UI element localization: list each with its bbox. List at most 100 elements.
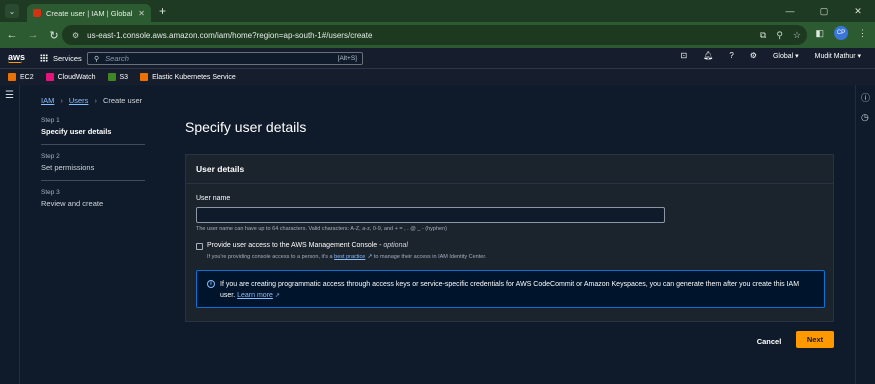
panel-heading: User details: [186, 155, 833, 184]
favorite-ec2[interactable]: EC2: [8, 73, 34, 81]
translate-icon[interactable]: ⧉: [760, 30, 766, 41]
breadcrumb-iam-link[interactable]: IAM: [41, 96, 54, 105]
info-alert: i If you are creating programmatic acces…: [196, 270, 825, 308]
right-utility-rail: ⓘ ◷: [855, 85, 875, 384]
console-access-label[interactable]: Provide user access to the AWS Managemen…: [207, 242, 408, 249]
wizard-step-1: Step 1 Specify user details: [41, 117, 145, 145]
search-icon: ⚲: [94, 55, 100, 63]
cloudwatch-icon: [45, 73, 54, 81]
step-label: Set permissions: [41, 163, 95, 172]
favorite-eks[interactable]: Elastic Kubernetes Service: [140, 73, 236, 81]
maximize-icon[interactable]: ▢: [807, 0, 841, 22]
username-input[interactable]: [196, 207, 665, 223]
forward-icon[interactable]: →: [24, 29, 42, 41]
breadcrumb-separator-icon: ›: [94, 96, 97, 105]
address-bar-row: ← → ↻ ⚙ us-east-1.console.aws.amazon.com…: [0, 22, 875, 48]
wizard-step-2: Step 2 Set permissions: [41, 153, 145, 181]
console-desc-text: If you're providing console access to a …: [207, 254, 335, 260]
username-label: User name: [196, 195, 231, 202]
aws-console-header: aws Services ⚲ Search [Alt+S] ⊡ 🔔︎ ? ⚙ G…: [0, 48, 875, 68]
search-shortcut: [Alt+S]: [337, 55, 357, 62]
favorite-label: S3: [119, 73, 129, 81]
wizard-step-3: Step 3 Review and create: [41, 189, 145, 216]
cancel-button[interactable]: Cancel: [751, 332, 787, 350]
learn-more-link[interactable]: Learn more: [237, 292, 273, 299]
sidepanel-icon[interactable]: ◧: [815, 28, 824, 39]
favorite-label: EC2: [20, 73, 34, 81]
hamburger-menu-icon[interactable]: ☰: [5, 90, 14, 101]
favorite-cloudwatch[interactable]: CloudWatch: [45, 73, 96, 81]
help-icon[interactable]: ?: [729, 51, 733, 60]
console-access-description: If you're providing console access to a …: [207, 253, 486, 260]
account-caret-icon: ▾: [857, 52, 861, 60]
breadcrumb-separator-icon: ›: [60, 96, 63, 105]
browser-tab[interactable]: Create user | IAM | Global ✕: [27, 4, 151, 22]
left-nav-rail: ☰: [0, 85, 20, 384]
info-icon: i: [207, 280, 215, 288]
bookmark-star-icon[interactable]: ☆: [793, 30, 801, 41]
browser-menu-icon[interactable]: ⋮: [858, 28, 867, 39]
console-access-label-text: Provide user access to the AWS Managemen…: [207, 242, 384, 249]
step-number: Step 2: [41, 153, 60, 160]
profile-avatar[interactable]: CP: [834, 26, 848, 40]
url-text: us-east-1.console.aws.amazon.com/iam/hom…: [87, 30, 373, 40]
breadcrumb-current: Create user: [102, 96, 143, 105]
info-text: If you are creating programmatic access …: [220, 281, 800, 299]
eks-icon: [140, 73, 149, 81]
notifications-bell-icon[interactable]: 🔔︎: [703, 51, 713, 60]
region-selector[interactable]: Global ▾: [773, 52, 799, 60]
step-number: Step 3: [41, 189, 60, 196]
best-practice-link[interactable]: best practice: [334, 254, 365, 260]
tab-close-icon[interactable]: ✕: [138, 9, 145, 18]
aws-logo-text: aws: [8, 52, 26, 62]
console-access-checkbox[interactable]: [196, 243, 203, 250]
reload-icon[interactable]: ↻: [45, 29, 63, 42]
breadcrumb: IAM › Users › Create user: [41, 96, 142, 105]
page-title: Specify user details: [185, 119, 307, 135]
console-desc-text: to manage their access in IAM Identity C…: [372, 254, 487, 260]
url-field[interactable]: ⚙ us-east-1.console.aws.amazon.com/iam/h…: [62, 25, 807, 45]
services-label: Services: [53, 53, 82, 63]
browser-tab-bar: ⌄ Create user | IAM | Global ✕ + — ▢ ✕: [0, 0, 875, 22]
optional-tag: optional: [383, 242, 408, 249]
user-details-panel: User details User name The user name can…: [185, 154, 834, 322]
next-button[interactable]: Next: [796, 331, 834, 348]
minimize-icon[interactable]: —: [773, 0, 807, 22]
external-link-icon: ↗: [274, 293, 280, 299]
aws-logo[interactable]: aws: [8, 53, 28, 63]
step-label: Review and create: [41, 199, 104, 208]
step-label-active: Specify user details: [41, 127, 112, 136]
services-menu-button[interactable]: Services: [40, 54, 82, 63]
favorite-label: CloudWatch: [57, 73, 96, 81]
step-number: Step 1: [41, 117, 60, 124]
favorite-label: Elastic Kubernetes Service: [152, 73, 236, 81]
search-placeholder: Search: [105, 54, 129, 63]
info-panel-icon[interactable]: ⓘ: [861, 91, 870, 104]
console-search-input[interactable]: ⚲ Search [Alt+S]: [87, 52, 363, 65]
info-alert-text: If you are creating programmatic access …: [220, 279, 816, 302]
services-grid-icon: [40, 54, 48, 62]
cloudshell-icon[interactable]: ⊡: [680, 51, 687, 60]
main-content: ☰ ⓘ ◷ IAM › Users › Create user Step 1 S…: [0, 85, 875, 384]
settings-gear-icon[interactable]: ⚙: [750, 51, 757, 60]
aws-favicon-icon: [33, 9, 41, 17]
new-tab-icon[interactable]: +: [159, 4, 166, 18]
wizard-steps: Step 1 Specify user details Step 2 Set p…: [41, 117, 145, 224]
s3-icon: [107, 73, 116, 81]
back-icon[interactable]: ←: [3, 29, 21, 41]
close-window-icon[interactable]: ✕: [841, 0, 875, 22]
ec2-icon: [8, 73, 16, 81]
region-label: Global: [772, 52, 794, 60]
breadcrumb-users-link[interactable]: Users: [69, 96, 89, 105]
region-caret-icon: ▾: [795, 52, 799, 60]
favorites-bar: EC2 CloudWatch S3 Elastic Kubernetes Ser…: [0, 68, 875, 85]
username-help-text: The user name can have up to 64 characte…: [196, 226, 447, 232]
tab-title: Create user | IAM | Global: [46, 8, 133, 18]
zoom-icon[interactable]: ⚲: [776, 30, 783, 41]
site-info-icon[interactable]: ⚙: [72, 31, 79, 40]
tab-search-dropdown-icon[interactable]: ⌄: [5, 4, 19, 18]
favorite-s3[interactable]: S3: [107, 73, 129, 81]
account-name: Mudit Mathur: [814, 52, 856, 60]
account-menu[interactable]: Mudit Mathur ▾: [815, 52, 861, 60]
feedback-icon[interactable]: ◷: [861, 112, 869, 123]
